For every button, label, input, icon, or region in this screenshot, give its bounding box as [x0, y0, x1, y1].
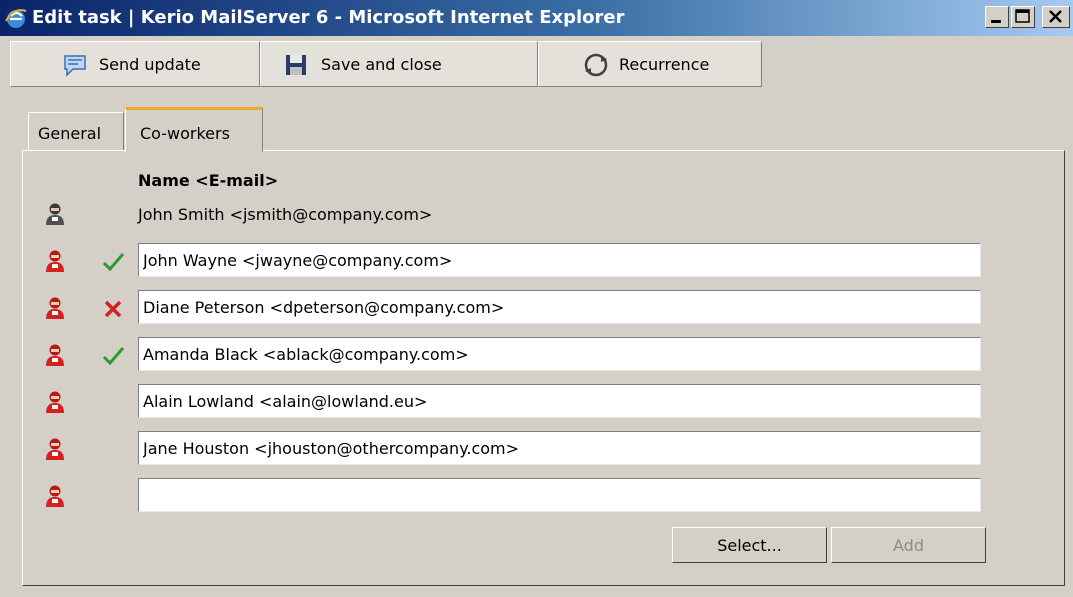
- maximize-icon: [1015, 9, 1030, 23]
- coworker-person-icon: [46, 297, 64, 319]
- maximize-button[interactable]: [1011, 6, 1035, 28]
- window-title: Edit task | Kerio MailServer 6 - Microso…: [32, 7, 625, 28]
- save-and-close-label: Save and close: [321, 55, 442, 74]
- tab-general-label: General: [38, 124, 102, 143]
- close-icon: [1049, 10, 1062, 23]
- coworker-email-field[interactable]: [138, 337, 981, 371]
- coworker-person-icon: [46, 485, 64, 507]
- add-button[interactable]: Add: [831, 527, 986, 563]
- recurrence-label: Recurrence: [619, 55, 710, 74]
- toolbar: Send update Save and close Recurrence: [0, 36, 1073, 98]
- tab-general[interactable]: General: [28, 112, 124, 151]
- coworker-person-icon: [46, 391, 64, 413]
- accepted-check-icon: [102, 253, 125, 272]
- coworker-email-field[interactable]: [138, 478, 981, 512]
- accepted-check-icon: [102, 347, 125, 366]
- send-update-icon: [64, 55, 86, 77]
- send-update-label: Send update: [99, 55, 201, 74]
- minimize-button[interactable]: [985, 6, 1009, 28]
- owner-person-icon: [46, 203, 64, 225]
- send-update-button[interactable]: Send update: [10, 41, 260, 87]
- coworker-person-icon: [46, 344, 64, 366]
- coworker-email-field[interactable]: [138, 384, 981, 418]
- minimize-icon: [991, 20, 1001, 23]
- coworker-email-field[interactable]: [138, 243, 981, 277]
- save-disk-icon: [286, 55, 306, 75]
- internet-explorer-icon: [5, 9, 27, 28]
- column-header-name-email: Name <E-mail>: [138, 171, 279, 190]
- tab-co-workers[interactable]: Co-workers: [125, 107, 263, 152]
- close-window-button[interactable]: [1042, 6, 1070, 28]
- coworker-person-icon: [46, 250, 64, 272]
- coworker-email-field[interactable]: [138, 290, 981, 324]
- recurrence-button[interactable]: Recurrence: [538, 41, 762, 87]
- owner-entry: John Smith <jsmith@company.com>: [138, 205, 433, 224]
- coworker-person-icon: [46, 438, 64, 460]
- select-button[interactable]: Select...: [672, 527, 827, 563]
- coworker-email-field[interactable]: [138, 431, 981, 465]
- tab-co-workers-label: Co-workers: [140, 124, 230, 143]
- save-and-close-button[interactable]: Save and close: [260, 41, 538, 87]
- window-titlebar[interactable]: Edit task | Kerio MailServer 6 - Microso…: [0, 0, 1073, 36]
- recurrence-icon: [584, 53, 608, 77]
- declined-cross-icon: [104, 300, 122, 318]
